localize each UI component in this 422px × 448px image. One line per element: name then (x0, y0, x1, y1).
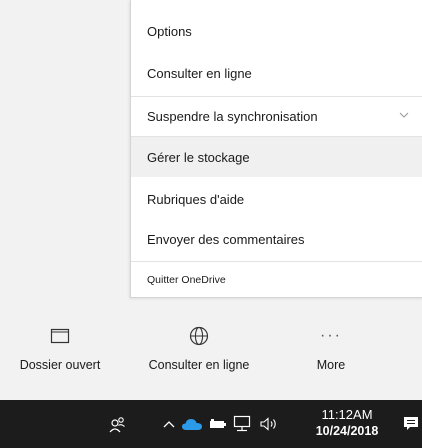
show-hidden-icons-button[interactable] (160, 414, 178, 434)
globe-icon (189, 326, 209, 346)
battery-icon (210, 419, 226, 428)
more-label: More (316, 358, 346, 372)
network-button[interactable] (231, 413, 255, 435)
menu-item-pause-sync[interactable]: Suspendre la synchronisation (131, 98, 422, 134)
menu-item-label: Suspendre la synchronisation (147, 108, 318, 124)
menu-item-options[interactable]: Options (131, 14, 422, 48)
context-menu: Options Consulter en ligne Suspendre la … (130, 0, 422, 298)
menu-item-label: Rubriques d'aide (147, 191, 245, 207)
onedrive-tray-button[interactable] (180, 414, 204, 434)
windows-taskbar: 11:12AM 10/24/2018 (0, 400, 422, 448)
menu-separator (131, 96, 422, 97)
onedrive-cloud-icon (182, 419, 202, 430)
view-online-label: Consulter en ligne (148, 358, 250, 372)
clock-date: 10/24/2018 (315, 424, 379, 438)
menu-item-quit-onedrive[interactable]: Quitter OneDrive (131, 264, 422, 296)
menu-item-manage-storage[interactable]: Gérer le stockage (131, 137, 422, 177)
people-button[interactable] (106, 412, 128, 436)
view-online-button[interactable]: Consulter en ligne (134, 318, 264, 372)
people-icon (109, 417, 125, 433)
open-folder-button[interactable]: Dossier ouvert (0, 318, 120, 372)
network-icon (233, 415, 251, 432)
battery-button[interactable] (207, 414, 229, 434)
menu-item-label: Options (147, 23, 192, 39)
menu-item-view-online[interactable]: Consulter en ligne (131, 56, 422, 90)
onedrive-panel: Options Consulter en ligne Suspendre la … (0, 0, 422, 400)
folder-icon (50, 328, 70, 344)
menu-item-label: Consulter en ligne (147, 65, 252, 81)
more-button[interactable]: ··· More (296, 318, 366, 372)
menu-separator (131, 261, 422, 262)
menu-item-help-topics[interactable]: Rubriques d'aide (131, 182, 422, 216)
menu-item-send-feedback[interactable]: Envoyer des commentaires (131, 222, 422, 256)
menu-item-label: Gérer le stockage (147, 149, 250, 165)
menu-item-label: Envoyer des commentaires (147, 231, 305, 247)
more-dots-icon: ··· (320, 327, 342, 344)
chevron-down-icon (399, 112, 409, 118)
clock[interactable]: 11:12AM 10/24/2018 (306, 406, 388, 440)
open-folder-label: Dossier ouvert (19, 358, 101, 372)
volume-icon (260, 417, 276, 431)
action-center-icon (404, 417, 418, 430)
menu-item-label: Quitter OneDrive (147, 274, 226, 286)
action-center-button[interactable] (400, 412, 422, 436)
volume-button[interactable] (257, 413, 281, 435)
clock-time: 11:12AM (321, 407, 373, 422)
chevron-up-icon (163, 421, 175, 428)
